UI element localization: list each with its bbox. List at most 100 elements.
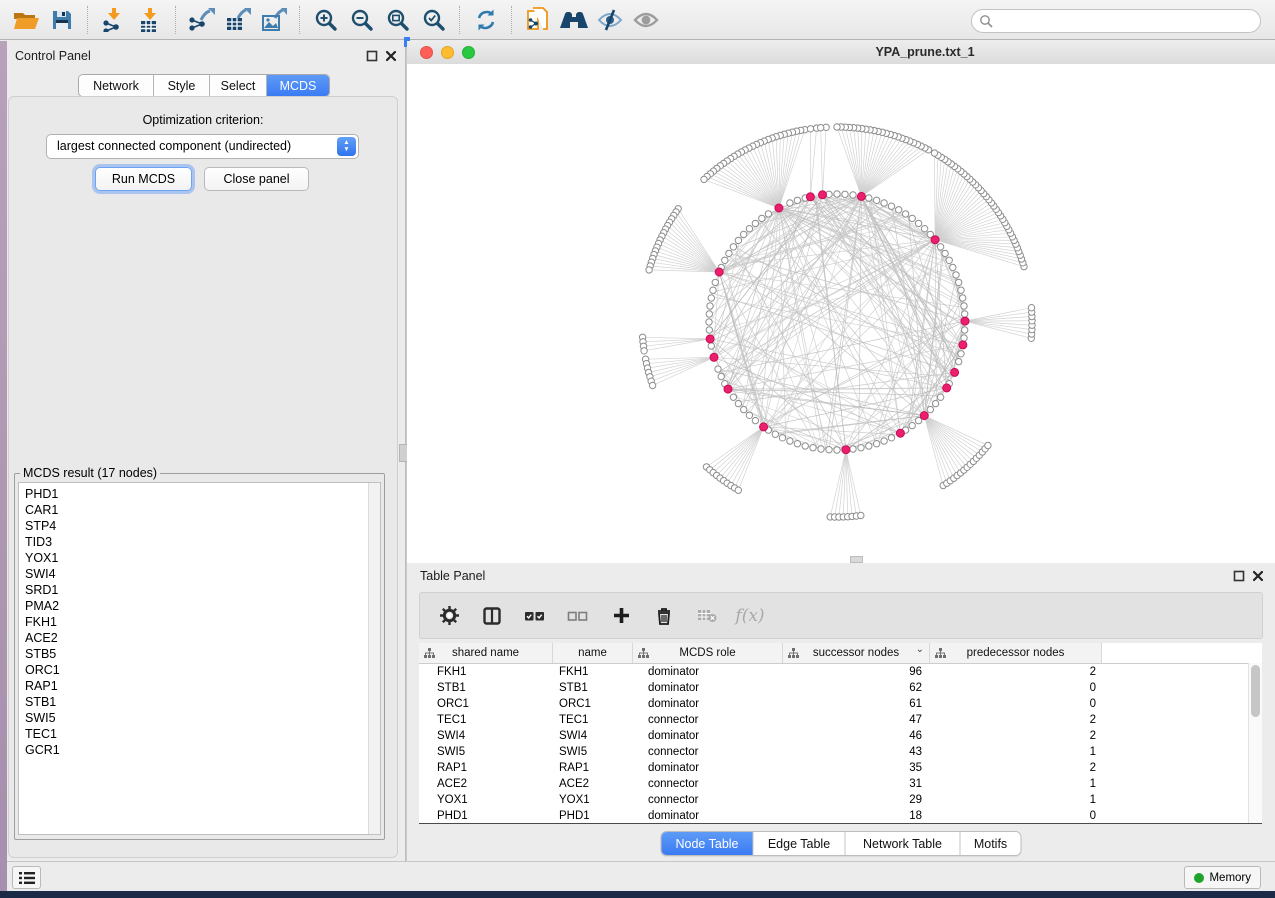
mcds-node[interactable] xyxy=(819,191,827,199)
graph-node[interactable] xyxy=(842,191,848,197)
table-cell[interactable]: dominator xyxy=(633,728,783,744)
hide-details-eye-slash-button[interactable] xyxy=(592,4,628,36)
memory-button[interactable]: Memory xyxy=(1184,866,1261,889)
table-cell[interactable]: YOX1 xyxy=(419,792,553,808)
graph-node[interactable] xyxy=(810,445,816,451)
task-history-button[interactable] xyxy=(12,866,41,889)
mcds-result-item[interactable]: PHD1 xyxy=(19,486,380,502)
network-window-titlebar[interactable]: YPA_prune.txt_1 xyxy=(407,41,1275,65)
graph-node[interactable] xyxy=(701,176,707,182)
tab-motifs[interactable]: Motifs xyxy=(961,832,1021,855)
table-cell[interactable]: connector xyxy=(633,712,783,728)
open-file-button[interactable] xyxy=(8,4,44,36)
mcds-node[interactable] xyxy=(715,268,723,276)
mcds-result-item[interactable]: STB1 xyxy=(19,694,380,710)
column-header-successor-nodes[interactable]: successor nodes⌄ xyxy=(783,643,930,663)
table-cell[interactable]: 2 xyxy=(930,728,1102,744)
graph-node[interactable] xyxy=(649,382,655,388)
graph-node[interactable] xyxy=(961,303,967,309)
zoom-fit-button[interactable] xyxy=(380,4,416,36)
graph-node[interactable] xyxy=(794,197,800,203)
table-cell[interactable]: TEC1 xyxy=(419,712,553,728)
table-row[interactable]: SWI4SWI4dominator462 xyxy=(419,728,1262,744)
table-row[interactable]: STB1STB1dominator620 xyxy=(419,680,1262,696)
gear-icon[interactable] xyxy=(438,606,460,625)
graph-node[interactable] xyxy=(787,200,793,206)
table-cell[interactable]: TEC1 xyxy=(553,712,633,728)
graph-node[interactable] xyxy=(888,435,894,441)
table-cell[interactable]: 1 xyxy=(930,776,1102,792)
graph-node[interactable] xyxy=(866,443,872,449)
graph-node[interactable] xyxy=(909,422,915,428)
table-cell[interactable]: ORC1 xyxy=(553,696,633,712)
table-cell[interactable]: STB1 xyxy=(419,680,553,696)
mcds-result-item[interactable]: FKH1 xyxy=(19,614,380,630)
mcds-result-item[interactable]: TID3 xyxy=(19,534,380,550)
mcds-node[interactable] xyxy=(724,385,732,393)
float-table-panel-icon[interactable] xyxy=(1233,570,1245,582)
graph-node[interactable] xyxy=(706,327,712,333)
table-cell[interactable]: 43 xyxy=(783,744,930,760)
table-cell[interactable]: 96 xyxy=(783,664,930,680)
criterion-select[interactable]: largest connected component (undirected)… xyxy=(46,134,359,159)
mcds-node[interactable] xyxy=(896,429,904,437)
graph-node[interactable] xyxy=(962,327,968,333)
mcds-result-item[interactable]: ACE2 xyxy=(19,630,380,646)
mcds-result-item[interactable]: GCR1 xyxy=(19,742,380,758)
table-row[interactable]: YOX1YOX1connector291 xyxy=(419,792,1262,808)
export-network-button[interactable] xyxy=(184,4,220,36)
table-row[interactable]: RAP1RAP1dominator352 xyxy=(419,760,1262,776)
graph-node[interactable] xyxy=(715,366,721,372)
deselect-all-icon[interactable] xyxy=(567,609,589,623)
graph-node[interactable] xyxy=(881,200,887,206)
mcds-result-item[interactable]: SWI5 xyxy=(19,710,380,726)
maximize-window-icon[interactable] xyxy=(462,46,475,59)
show-details-eye-button[interactable] xyxy=(628,4,664,36)
graph-node[interactable] xyxy=(818,446,824,452)
graph-node[interactable] xyxy=(932,400,938,406)
table-row[interactable]: ORC1ORC1dominator610 xyxy=(419,696,1262,712)
table-cell[interactable]: dominator xyxy=(633,680,783,696)
table-cell[interactable]: 46 xyxy=(783,728,930,744)
table-row[interactable]: ACE2ACE2connector311 xyxy=(419,776,1262,792)
graph-node[interactable] xyxy=(708,295,714,301)
graph-node[interactable] xyxy=(708,343,714,349)
table-cell[interactable]: dominator xyxy=(633,808,783,824)
graph-node[interactable] xyxy=(956,279,962,285)
split-pane-handle[interactable] xyxy=(850,556,863,563)
table-cell[interactable]: 61 xyxy=(783,696,930,712)
network-canvas[interactable] xyxy=(407,64,1275,563)
graph-node[interactable] xyxy=(888,203,894,209)
mcds-node[interactable] xyxy=(842,446,850,454)
mcds-list-scrollbar[interactable] xyxy=(368,483,380,834)
table-cell[interactable]: ORC1 xyxy=(419,696,553,712)
zoom-out-button[interactable] xyxy=(344,4,380,36)
graph-node[interactable] xyxy=(915,220,921,226)
graph-node[interactable] xyxy=(802,443,808,449)
graph-node[interactable] xyxy=(826,447,832,453)
mcds-node[interactable] xyxy=(857,192,865,200)
graph-node[interactable] xyxy=(960,295,966,301)
close-panel-icon[interactable] xyxy=(385,50,397,62)
graph-node[interactable] xyxy=(741,231,747,237)
import-table-button[interactable] xyxy=(132,4,168,36)
graph-node[interactable] xyxy=(741,406,747,412)
graph-node[interactable] xyxy=(927,406,933,412)
table-cell[interactable]: 2 xyxy=(930,664,1102,680)
graph-node[interactable] xyxy=(881,438,887,444)
column-header-shared-name[interactable]: shared name xyxy=(419,643,553,663)
mcds-node[interactable] xyxy=(920,412,928,420)
table-cell[interactable]: SWI5 xyxy=(419,744,553,760)
float-panel-icon[interactable] xyxy=(366,50,378,62)
function-builder-icon[interactable]: f(x) xyxy=(739,606,761,626)
table-cell[interactable]: dominator xyxy=(633,760,783,776)
graph-node[interactable] xyxy=(707,303,713,309)
table-cell[interactable]: SWI4 xyxy=(553,728,633,744)
mcds-result-item[interactable]: SRD1 xyxy=(19,582,380,598)
graph-node[interactable] xyxy=(937,244,943,250)
graph-node[interactable] xyxy=(706,311,712,317)
graph-node[interactable] xyxy=(858,445,864,451)
table-cell[interactable]: 1 xyxy=(930,744,1102,760)
mcds-result-item[interactable]: CAR1 xyxy=(19,502,380,518)
table-row[interactable]: SWI5SWI5connector431 xyxy=(419,744,1262,760)
